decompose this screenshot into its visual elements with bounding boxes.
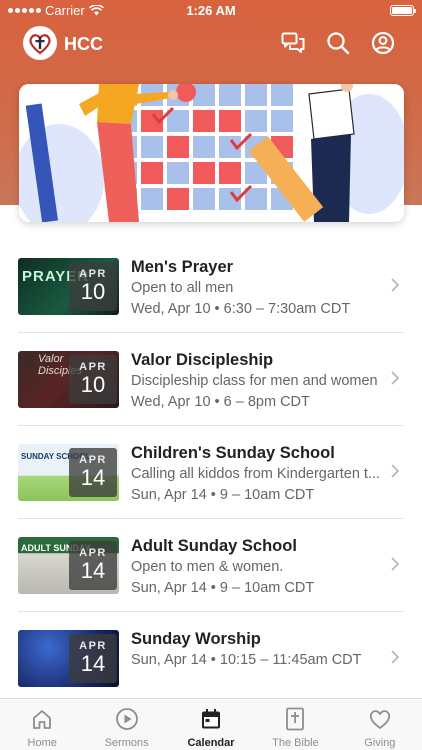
event-title: Men's Prayer: [131, 258, 234, 276]
account-icon[interactable]: [370, 30, 396, 56]
event-date-badge: APR 10: [69, 262, 117, 311]
event-datetime: Wed, Apr 10 • 6:30 – 7:30am CDT: [131, 301, 351, 317]
event-day: 10: [80, 279, 106, 304]
event-title: Sunday Worship: [131, 630, 261, 648]
event-thumbnail: SUNDAY SCHOOL APR 14: [18, 444, 119, 501]
event-datetime: Wed, Apr 10 • 6 – 8pm CDT: [131, 394, 310, 410]
home-icon: [30, 707, 54, 731]
chat-icon[interactable]: [280, 30, 306, 56]
heart-cross-logo-icon: [29, 34, 51, 55]
tab-home[interactable]: Home: [0, 699, 84, 750]
event-row[interactable]: PRAYER APR 10 Men's Prayer Open to all m…: [18, 240, 404, 333]
event-thumbnail: Valor Disciples APR 10: [18, 351, 119, 408]
app-title: HCC: [64, 34, 103, 54]
tab-calendar[interactable]: Calendar: [169, 699, 253, 750]
event-description: Discipleship class for men and women: [131, 373, 378, 389]
event-date-badge: APR 14: [69, 541, 117, 590]
event-title: Valor Discipleship: [131, 351, 274, 369]
bible-icon: [283, 707, 307, 731]
event-datetime: Sun, Apr 14 • 10:15 – 11:45am CDT: [131, 652, 362, 668]
event-row[interactable]: ADULT SUNDAY APR 14 Adult Sunday School …: [18, 519, 404, 612]
event-day: 14: [80, 465, 106, 490]
event-thumbnail: PRAYER APR 10: [18, 258, 119, 315]
heart-icon: [368, 707, 392, 731]
event-datetime: Sun, Apr 14 • 9 – 10am CDT: [131, 580, 315, 596]
tab-label: Sermons: [104, 737, 149, 749]
church-logo[interactable]: [23, 26, 57, 60]
tab-the-bible[interactable]: The Bible: [253, 699, 337, 750]
event-description: Open to men & women.: [131, 559, 284, 575]
event-list: PRAYER APR 10 Men's Prayer Open to all m…: [0, 240, 422, 705]
clock: 1:26 AM: [186, 3, 236, 18]
chevron-right-icon: [391, 278, 400, 292]
tab-label: Calendar: [187, 737, 235, 749]
chevron-right-icon: [391, 650, 400, 664]
chevron-right-icon: [391, 464, 400, 478]
calendar-hero-banner: [19, 84, 404, 222]
event-date-badge: APR 14: [69, 448, 117, 497]
tab-label: Giving: [364, 737, 396, 749]
event-row[interactable]: Valor Disciples APR 10 Valor Discipleshi…: [18, 333, 404, 426]
tab-giving[interactable]: Giving: [338, 699, 422, 750]
event-day: 14: [80, 558, 106, 583]
event-thumbnail: ADULT SUNDAY APR 14: [18, 537, 119, 594]
event-title: Adult Sunday School: [131, 537, 297, 555]
calendar-illustration: [19, 84, 404, 222]
event-day: 14: [80, 651, 106, 676]
event-day: 10: [80, 372, 106, 397]
event-date-badge: APR 14: [69, 634, 117, 683]
chevron-right-icon: [391, 557, 400, 571]
event-datetime: Sun, Apr 14 • 9 – 10am CDT: [131, 487, 315, 503]
tab-sermons[interactable]: Sermons: [84, 699, 168, 750]
event-row[interactable]: SUNDAY SCHOOL APR 14 Children's Sunday S…: [18, 426, 404, 519]
tab-label: The Bible: [272, 737, 319, 749]
battery-icon: [390, 5, 416, 16]
event-description: Calling all kiddos from Kindergarten t..…: [131, 466, 381, 482]
event-row[interactable]: APR 14 Sunday Worship Sun, Apr 14 • 10:1…: [18, 612, 404, 705]
play-icon: [115, 707, 139, 731]
event-thumbnail: APR 14: [18, 630, 119, 687]
app-bar: HCC: [0, 24, 422, 64]
tab-label: Home: [27, 737, 57, 749]
event-description: Open to all men: [131, 280, 234, 296]
bottom-tab-bar: Home Sermons Calendar The Bible Giving: [0, 698, 422, 750]
status-bar: Carrier 1:26 AM: [0, 0, 422, 22]
event-title: Children's Sunday School: [131, 444, 335, 462]
calendar-icon: [199, 707, 223, 731]
chevron-right-icon: [391, 371, 400, 385]
search-icon[interactable]: [325, 30, 351, 56]
event-date-badge: APR 10: [69, 355, 117, 404]
